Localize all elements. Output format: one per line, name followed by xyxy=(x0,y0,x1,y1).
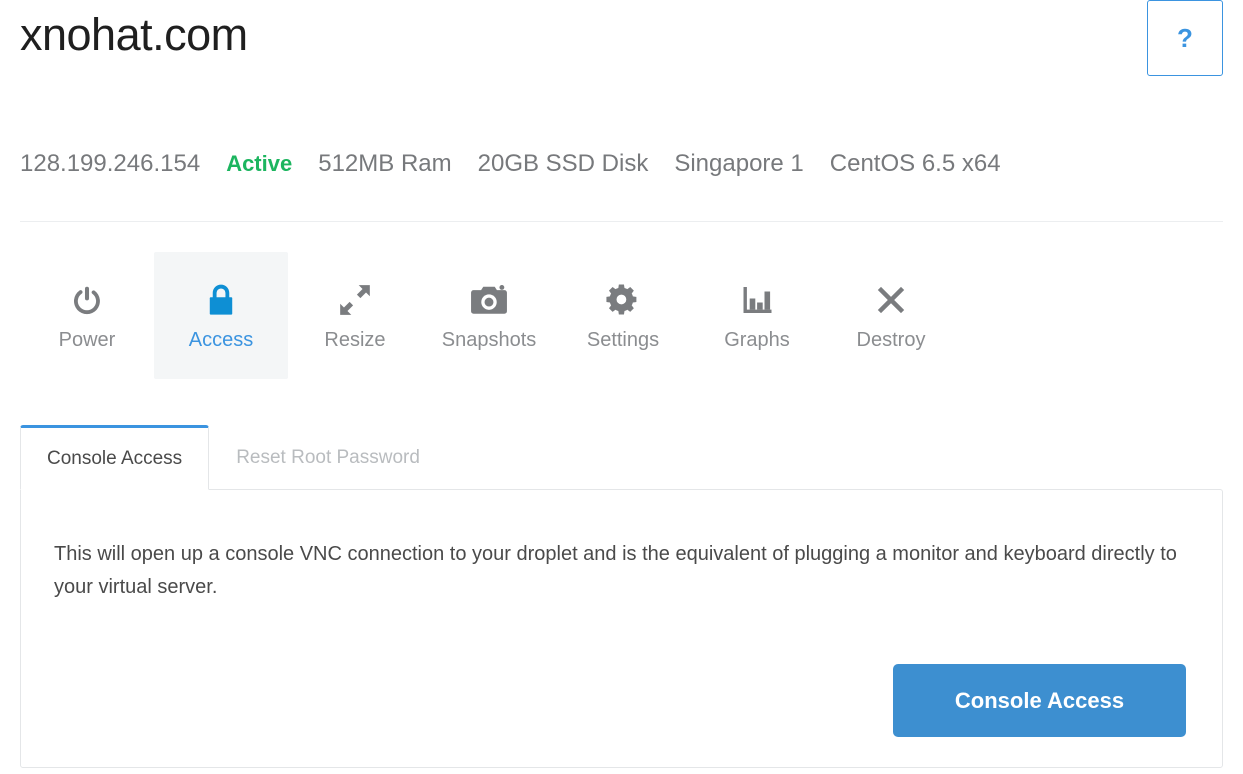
nav-item-graphs[interactable]: Graphs xyxy=(690,252,824,379)
console-access-button[interactable]: Console Access xyxy=(893,664,1186,737)
page-header: xnohat.com ? xyxy=(20,6,1223,86)
panel-actions: Console Access xyxy=(893,664,1186,737)
nav-item-settings-label: Settings xyxy=(587,330,659,350)
nav-item-resize-label: Resize xyxy=(324,330,385,350)
meta-ram: 512MB Ram xyxy=(318,150,451,178)
nav-item-resize[interactable]: Resize xyxy=(288,252,422,379)
gear-icon xyxy=(606,280,640,320)
nav-item-graphs-label: Graphs xyxy=(724,330,790,350)
page-title: xnohat.com xyxy=(20,6,1223,64)
meta-ip-address: 128.199.246.154 xyxy=(20,150,200,178)
question-mark-icon: ? xyxy=(1177,25,1193,51)
nav-item-snapshots-label: Snapshots xyxy=(442,330,537,350)
panel-description: This will open up a console VNC connecti… xyxy=(54,538,1182,604)
nav-item-power-label: Power xyxy=(59,330,116,350)
header-divider xyxy=(20,221,1223,222)
help-button[interactable]: ? xyxy=(1147,0,1223,76)
tab-reset-root-password[interactable]: Reset Root Password xyxy=(209,426,447,490)
nav-item-snapshots[interactable]: Snapshots xyxy=(422,252,556,379)
camera-icon xyxy=(470,280,508,320)
console-access-panel: This will open up a console VNC connecti… xyxy=(20,489,1223,768)
panel-body: This will open up a console VNC connecti… xyxy=(21,490,1222,604)
nav-item-destroy-label: Destroy xyxy=(857,330,926,350)
close-x-icon xyxy=(874,280,908,320)
power-icon xyxy=(70,280,104,320)
access-tabs: Console Access Reset Root Password xyxy=(20,425,447,490)
status-badge: Active xyxy=(226,151,292,177)
nav-item-power[interactable]: Power xyxy=(20,252,154,379)
nav-item-destroy[interactable]: Destroy xyxy=(824,252,958,379)
meta-disk: 20GB SSD Disk xyxy=(478,150,649,178)
lock-icon xyxy=(204,280,238,320)
droplet-access-page: xnohat.com ? 128.199.246.154 Active 512M… xyxy=(0,0,1243,774)
tab-console-access[interactable]: Console Access xyxy=(20,425,209,490)
meta-image: CentOS 6.5 x64 xyxy=(830,150,1001,178)
bar-chart-icon xyxy=(741,280,774,320)
nav-item-settings[interactable]: Settings xyxy=(556,252,690,379)
nav-item-access[interactable]: Access xyxy=(154,252,288,379)
droplet-icon-nav: Power Access Resize xyxy=(20,252,958,379)
nav-item-access-label: Access xyxy=(189,330,253,350)
resize-arrows-icon xyxy=(337,280,373,320)
droplet-meta-row: 128.199.246.154 Active 512MB Ram 20GB SS… xyxy=(20,150,1001,178)
tab-reset-root-password-label: Reset Root Password xyxy=(236,447,420,469)
tab-console-access-label: Console Access xyxy=(47,448,182,470)
meta-region: Singapore 1 xyxy=(674,150,803,178)
